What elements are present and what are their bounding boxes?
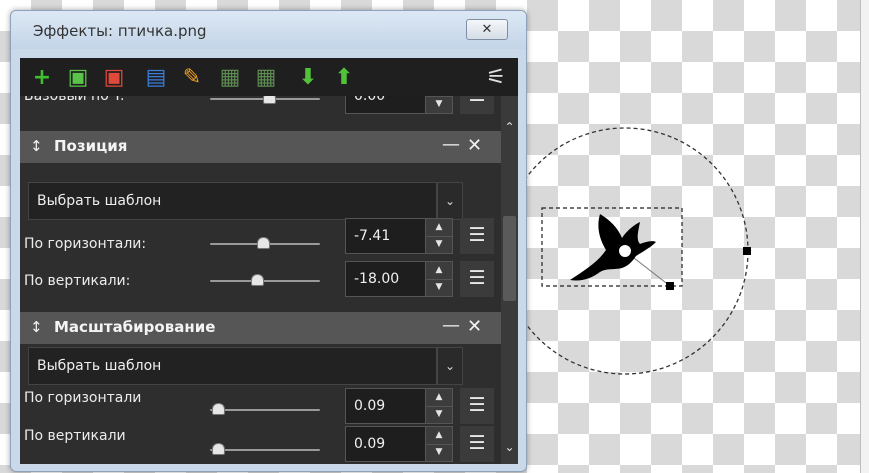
move-up-icon[interactable]: ⬆ [330,63,358,91]
scroll-down-icon[interactable]: ⌄ [501,438,518,456]
effects-window: Эффекты: птичка.png ✕ + ▣ ▣ ▤ ✎ ▦ ▦ ⬇ ⬆ … [10,10,527,472]
minimize-icon[interactable]: — [442,134,460,155]
updown-icon: ↕ [30,137,43,155]
title-bar[interactable]: Эффекты: птичка.png ✕ [11,11,526,49]
scale-vertical-label: По вертикали [24,428,126,444]
spin-up-icon[interactable]: ▲ [426,262,452,280]
section-position-title: Позиция [54,137,128,155]
spin-down-icon[interactable]: ▼ [426,96,452,113]
add-object-icon[interactable]: ▣ [64,63,92,91]
base-y-spinbox[interactable]: 0.00 ▲▼ [345,96,453,114]
edit-icon[interactable]: ✎ [178,63,206,91]
film-check-icon[interactable]: ▦ [216,63,244,91]
vertical-scrollbar[interactable]: ⌃ ⌄ [501,96,518,464]
toolbar: + ▣ ▣ ▤ ✎ ▦ ▦ ⬇ ⬆ ⚟ [20,58,518,97]
scale-horizontal-slider-track[interactable] [210,409,320,411]
bird-silhouette [570,214,656,281]
position-vertical-slider-track[interactable] [210,280,320,282]
spin-up-icon[interactable]: ▲ [426,389,452,407]
spin-down-icon[interactable]: ▼ [426,279,452,296]
section-scale-header[interactable]: ↕ Масштабирование — ✕ [20,312,501,344]
position-vertical-spinbox[interactable]: -18.00 ▲ ▼ [345,261,453,297]
base-y-value[interactable]: 0.00 [354,96,385,104]
position-horizontal-spinbox[interactable]: -7.41 ▲ ▼ [345,218,453,254]
add-effect-icon[interactable]: + [28,63,56,91]
position-template-value: Выбрать шаблон [37,193,162,209]
remove-object-icon[interactable]: ▣ [100,63,128,91]
save-icon[interactable]: ▤ [142,63,170,91]
close-section-icon[interactable]: ✕ [467,316,482,337]
spin-down-icon[interactable]: ▼ [426,406,452,423]
updown-icon: ↕ [30,318,43,336]
spin-down-icon[interactable]: ▼ [426,444,452,461]
position-vertical-label: По вертикали: [24,273,131,289]
window-title: Эффекты: птичка.png [33,22,207,40]
scale-horizontal-value[interactable]: 0.09 [354,398,385,414]
scale-vertical-menu-button[interactable]: ☰ [460,426,494,462]
position-horizontal-value[interactable]: -7.41 [354,228,390,244]
scale-horizontal-spinbox[interactable]: 0.09 ▲ ▼ [345,388,453,424]
rotate-handle[interactable] [743,247,751,255]
base-y-label: Базовый по Y: [24,96,125,104]
effects-panel: Базовый по Y: 0.00 ▲▼ ☰ ↕ Позиция — ✕ Вы… [20,96,518,464]
position-vertical-menu-button[interactable]: ☰ [460,261,494,297]
scrollbar-thumb[interactable] [503,216,516,301]
base-y-menu-button[interactable]: ☰ [460,96,494,114]
spin-up-icon[interactable]: ▲ [426,427,452,445]
scale-vertical-slider-track[interactable] [210,449,320,451]
scale-horizontal-slider-knob[interactable] [212,403,225,415]
scale-horizontal-menu-button[interactable]: ☰ [460,388,494,424]
base-y-slider-knob[interactable] [263,96,276,104]
scale-template-select[interactable]: Выбрать шаблон [28,347,437,385]
scale-template-value: Выбрать шаблон [37,358,162,374]
scale-handle[interactable] [666,282,674,290]
film-add-icon[interactable]: ▦ [252,63,280,91]
section-scale-title: Масштабирование [54,318,216,336]
position-vertical-slider-knob[interactable] [251,274,264,286]
chevron-down-icon[interactable]: ⌄ [437,347,463,385]
scale-vertical-slider-knob[interactable] [212,443,225,455]
scale-vertical-value[interactable]: 0.09 [354,436,385,452]
pivot-handle[interactable] [617,243,633,259]
position-horizontal-menu-button[interactable]: ☰ [460,218,494,254]
minimize-icon[interactable]: — [442,315,460,336]
move-down-icon[interactable]: ⬇ [294,63,322,91]
position-horizontal-slider-knob[interactable] [257,237,270,249]
section-position-header[interactable]: ↕ Позиция — ✕ [20,131,501,163]
spin-up-icon[interactable]: ▲ [426,219,452,237]
scale-horizontal-label: По горизонтали [24,390,142,406]
scale-vertical-spinbox[interactable]: 0.09 ▲ ▼ [345,426,453,462]
close-section-icon[interactable]: ✕ [467,135,482,156]
chevron-down-icon[interactable]: ⌄ [437,182,463,220]
scroll-up-icon[interactable]: ⌃ [501,118,518,136]
position-horizontal-label: По горизонтали: [24,236,147,252]
spin-down-icon[interactable]: ▼ [426,236,452,253]
close-window-button[interactable]: ✕ [466,19,508,40]
position-template-select[interactable]: Выбрать шаблон [28,182,437,220]
network-icon[interactable]: ⚟ [482,63,510,91]
position-vertical-value[interactable]: -18.00 [354,271,399,287]
